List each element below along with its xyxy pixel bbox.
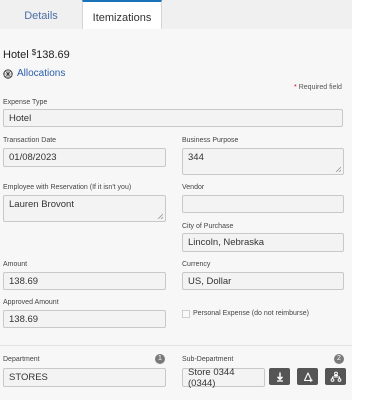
business-purpose-field[interactable]: 344 <box>182 148 344 175</box>
resize-grip-icon[interactable] <box>335 166 341 172</box>
required-star: * <box>294 84 297 91</box>
employee-reservation-label: Employee with Reservation (If it isn't y… <box>3 184 132 191</box>
hierarchy-icon <box>330 371 341 382</box>
department-label: Department <box>3 356 40 363</box>
expense-title: Hotel <box>3 49 29 61</box>
required-field-note: * Required field <box>294 84 342 91</box>
personal-expense-label: Personal Expense (do not reimburse) <box>193 310 309 317</box>
section-divider <box>0 345 352 346</box>
tab-itemizations[interactable]: Itemizations <box>82 0 162 30</box>
hierarchy-button[interactable] <box>325 368 346 385</box>
download-button[interactable] <box>269 368 290 385</box>
expense-header: Hotel $138.69 <box>3 48 70 61</box>
download-icon <box>276 372 283 382</box>
globe-icon <box>3 68 13 79</box>
resize-grip-icon[interactable] <box>157 213 163 219</box>
filter-plus-icon <box>303 371 313 382</box>
sub-department-field[interactable]: Store 0344 (0344) <box>182 367 265 389</box>
add-filter-button[interactable] <box>297 368 318 385</box>
city-of-purchase-field[interactable]: Lincoln, Nebraska <box>182 233 344 252</box>
vendor-field[interactable] <box>182 195 344 213</box>
sub-department-label: Sub-Department <box>182 356 234 363</box>
expense-amount: 138.69 <box>36 49 70 61</box>
personal-expense-checkbox[interactable] <box>182 310 190 318</box>
approved-amount-label: Approved Amount <box>3 299 59 306</box>
vendor-label: Vendor <box>182 184 205 191</box>
tab-bar: Details Itemizations <box>0 0 352 30</box>
department-field[interactable]: STORES <box>3 368 166 387</box>
approved-amount-field[interactable]: 138.69 <box>3 310 166 328</box>
transaction-date-field[interactable]: 01/08/2023 <box>3 148 166 167</box>
amount-label: Amount <box>3 261 28 268</box>
currency-field[interactable]: US, Dollar <box>182 272 344 290</box>
amount-field[interactable]: 138.69 <box>3 272 166 290</box>
expense-type-label: Expense Type <box>3 99 48 106</box>
business-purpose-label: Business Purpose <box>182 137 239 144</box>
tab-details[interactable]: Details <box>0 0 82 29</box>
allocations-label: Allocations <box>17 68 66 79</box>
department-level-badge: 1 <box>155 354 165 364</box>
transaction-date-label: Transaction Date <box>3 137 57 144</box>
expense-type-field[interactable]: Hotel <box>3 109 343 127</box>
currency-label: Currency <box>182 261 211 268</box>
allocations-link[interactable]: Allocations <box>3 68 65 79</box>
city-of-purchase-label: City of Purchase <box>182 223 234 230</box>
sub-department-level-badge: 2 <box>334 354 344 364</box>
employee-reservation-field[interactable]: Lauren Brovont <box>3 195 166 222</box>
